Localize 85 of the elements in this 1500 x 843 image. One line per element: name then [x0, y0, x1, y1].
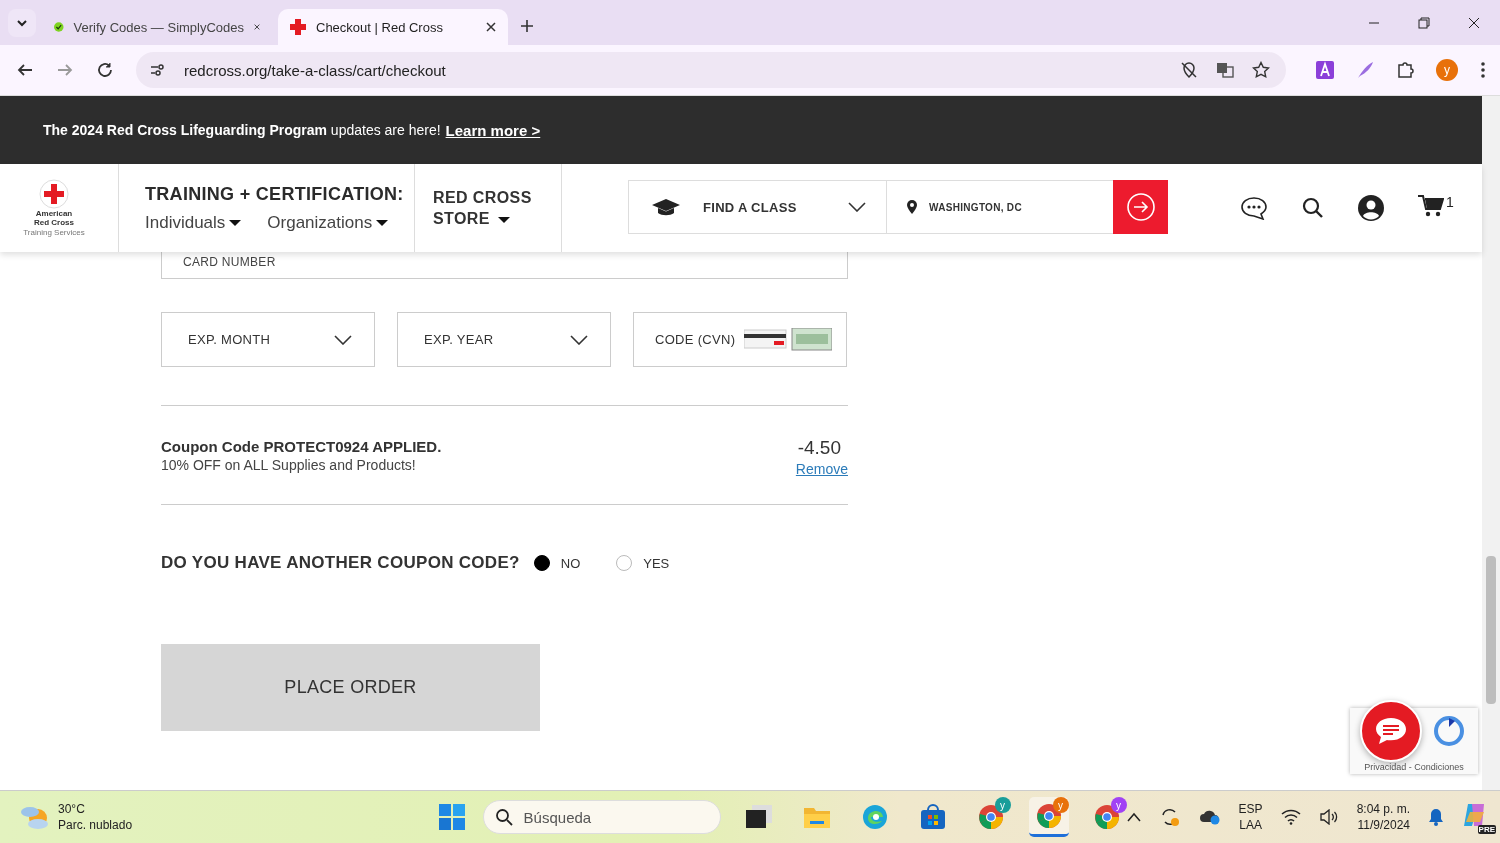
star-icon[interactable]: [1252, 61, 1270, 79]
wifi-icon[interactable]: [1280, 809, 1301, 825]
logo-text: Red Cross: [34, 218, 74, 227]
site-settings-icon[interactable]: [148, 61, 166, 79]
place-order-button[interactable]: PLACE ORDER: [161, 644, 540, 731]
store-menu[interactable]: RED CROSS STORE: [415, 164, 562, 252]
extension-a-icon[interactable]: [1316, 61, 1334, 79]
expiry-select[interactable]: EXP. MONTH: [161, 312, 375, 367]
recaptcha-links[interactable]: Privacidad - Condiciones: [1364, 762, 1464, 772]
nav-menu[interactable]: Individuals: [145, 212, 242, 233]
recaptcha-icon: [1434, 716, 1464, 746]
coupon-description: 10% OFF on ALL Supplies and Products!: [161, 456, 417, 473]
clock[interactable]: 8:04 p. m. 11/9/2024: [1356, 802, 1410, 832]
address-bar[interactable]: redcross.org/take-a-class/cart/checkout: [136, 52, 1286, 88]
cart-count: 1: [1446, 194, 1454, 210]
location-off-icon[interactable]: [1180, 61, 1198, 79]
radio-button[interactable]: [533, 555, 550, 571]
browser-tab[interactable]: Verify Codes — SimplyCodes: [42, 9, 272, 45]
nav-menu[interactable]: Organizations: [267, 212, 389, 233]
bell-icon[interactable]: [1428, 808, 1444, 826]
training-heading: TRAINING + CERTIFICATION:: [145, 183, 405, 205]
organization-logo[interactable]: American Red Cross Training Services: [0, 164, 119, 252]
caret-icon: [497, 216, 510, 224]
feather-icon[interactable]: [1356, 61, 1374, 79]
profile-badge: y: [994, 797, 1011, 813]
radio-label: YES: [643, 555, 670, 571]
chevron-up-icon[interactable]: [1126, 812, 1141, 822]
check-logo-icon: [54, 19, 64, 35]
logo-text: American: [35, 209, 73, 218]
more-menu-icon[interactable]: [1480, 61, 1486, 79]
language-indicator[interactable]: ESP LAA: [1238, 802, 1263, 832]
discount-amount: -4.50: [797, 437, 841, 459]
restore-icon[interactable]: [1418, 17, 1430, 29]
caret-icon: [229, 218, 242, 227]
chrome-icon: [1035, 802, 1062, 829]
banner-text: The 2024 Red Cross Lifeguarding Program updates are here!: [43, 122, 441, 138]
translate-icon[interactable]: [1216, 61, 1234, 79]
cloud-sync-icon[interactable]: [1198, 808, 1221, 826]
temperature-text: 30°C: [58, 802, 86, 816]
new-tab-icon[interactable]: [520, 19, 534, 33]
speaker-icon[interactable]: [1318, 809, 1339, 825]
preview-badge: PRE: [1477, 825, 1496, 834]
chat-icon: [1374, 716, 1408, 746]
folder-icon: [803, 806, 830, 828]
close-icon[interactable]: [486, 22, 496, 32]
search-icon[interactable]: [1302, 197, 1324, 219]
coupon-applied-text: Coupon Code PROTECT0924 APPLIED.: [161, 437, 442, 455]
windows-start-icon[interactable]: [438, 804, 465, 830]
browser-tab[interactable]: Checkout | Red Cross: [278, 9, 508, 45]
taskbar-app[interactable]: y: [1086, 797, 1127, 837]
profile-badge: y: [1052, 797, 1069, 813]
tab-list-button[interactable]: [8, 9, 36, 37]
weather-cloud-moon-icon: [20, 804, 50, 830]
expiry-select[interactable]: EXP. YEAR: [397, 312, 611, 367]
remove-link[interactable]: Remove: [795, 461, 848, 477]
close-icon[interactable]: [254, 22, 260, 32]
chevron-down-icon: [570, 334, 588, 345]
chrome-icon: [1093, 804, 1120, 830]
store-bag-icon: [919, 804, 946, 830]
reload-icon[interactable]: [96, 61, 114, 79]
taskbar-search-field[interactable]: Búsqueda: [482, 800, 721, 834]
radio-button[interactable]: [616, 555, 633, 571]
coupon-question: DO YOU HAVE ANOTHER COUPON CODE?: [161, 553, 520, 573]
scrollbar[interactable]: [1482, 96, 1500, 790]
puzzle-icon[interactable]: [1396, 61, 1414, 79]
chevron-down-icon: [16, 17, 28, 29]
cvn-field[interactable]: CODE (CVN): [633, 312, 847, 367]
close-icon[interactable]: [1468, 17, 1480, 29]
radio-label: NO: [560, 555, 581, 571]
learn-more-link[interactable]: Learn more >: [445, 121, 541, 139]
caret-icon: [376, 218, 389, 227]
weather-condition: Parc. nublado: [58, 818, 133, 832]
cross-icon: [290, 19, 306, 35]
cross-icon: [39, 179, 69, 209]
chrome-icon: [977, 804, 1004, 830]
window-stack-icon: [745, 805, 772, 829]
profile-badge: y: [1110, 797, 1127, 813]
user-account-icon[interactable]: [1358, 195, 1384, 221]
url-text: redcross.org/take-a-class/cart/checkout: [184, 61, 446, 79]
card-number-field[interactable]: CARD NUMBER: [161, 252, 848, 279]
cart-icon[interactable]: [1418, 194, 1444, 218]
logo-text: Training Services: [23, 228, 85, 237]
chevron-down-icon: [334, 334, 352, 345]
chat-bubble-icon[interactable]: [1240, 196, 1268, 220]
edge-icon: [861, 804, 888, 830]
